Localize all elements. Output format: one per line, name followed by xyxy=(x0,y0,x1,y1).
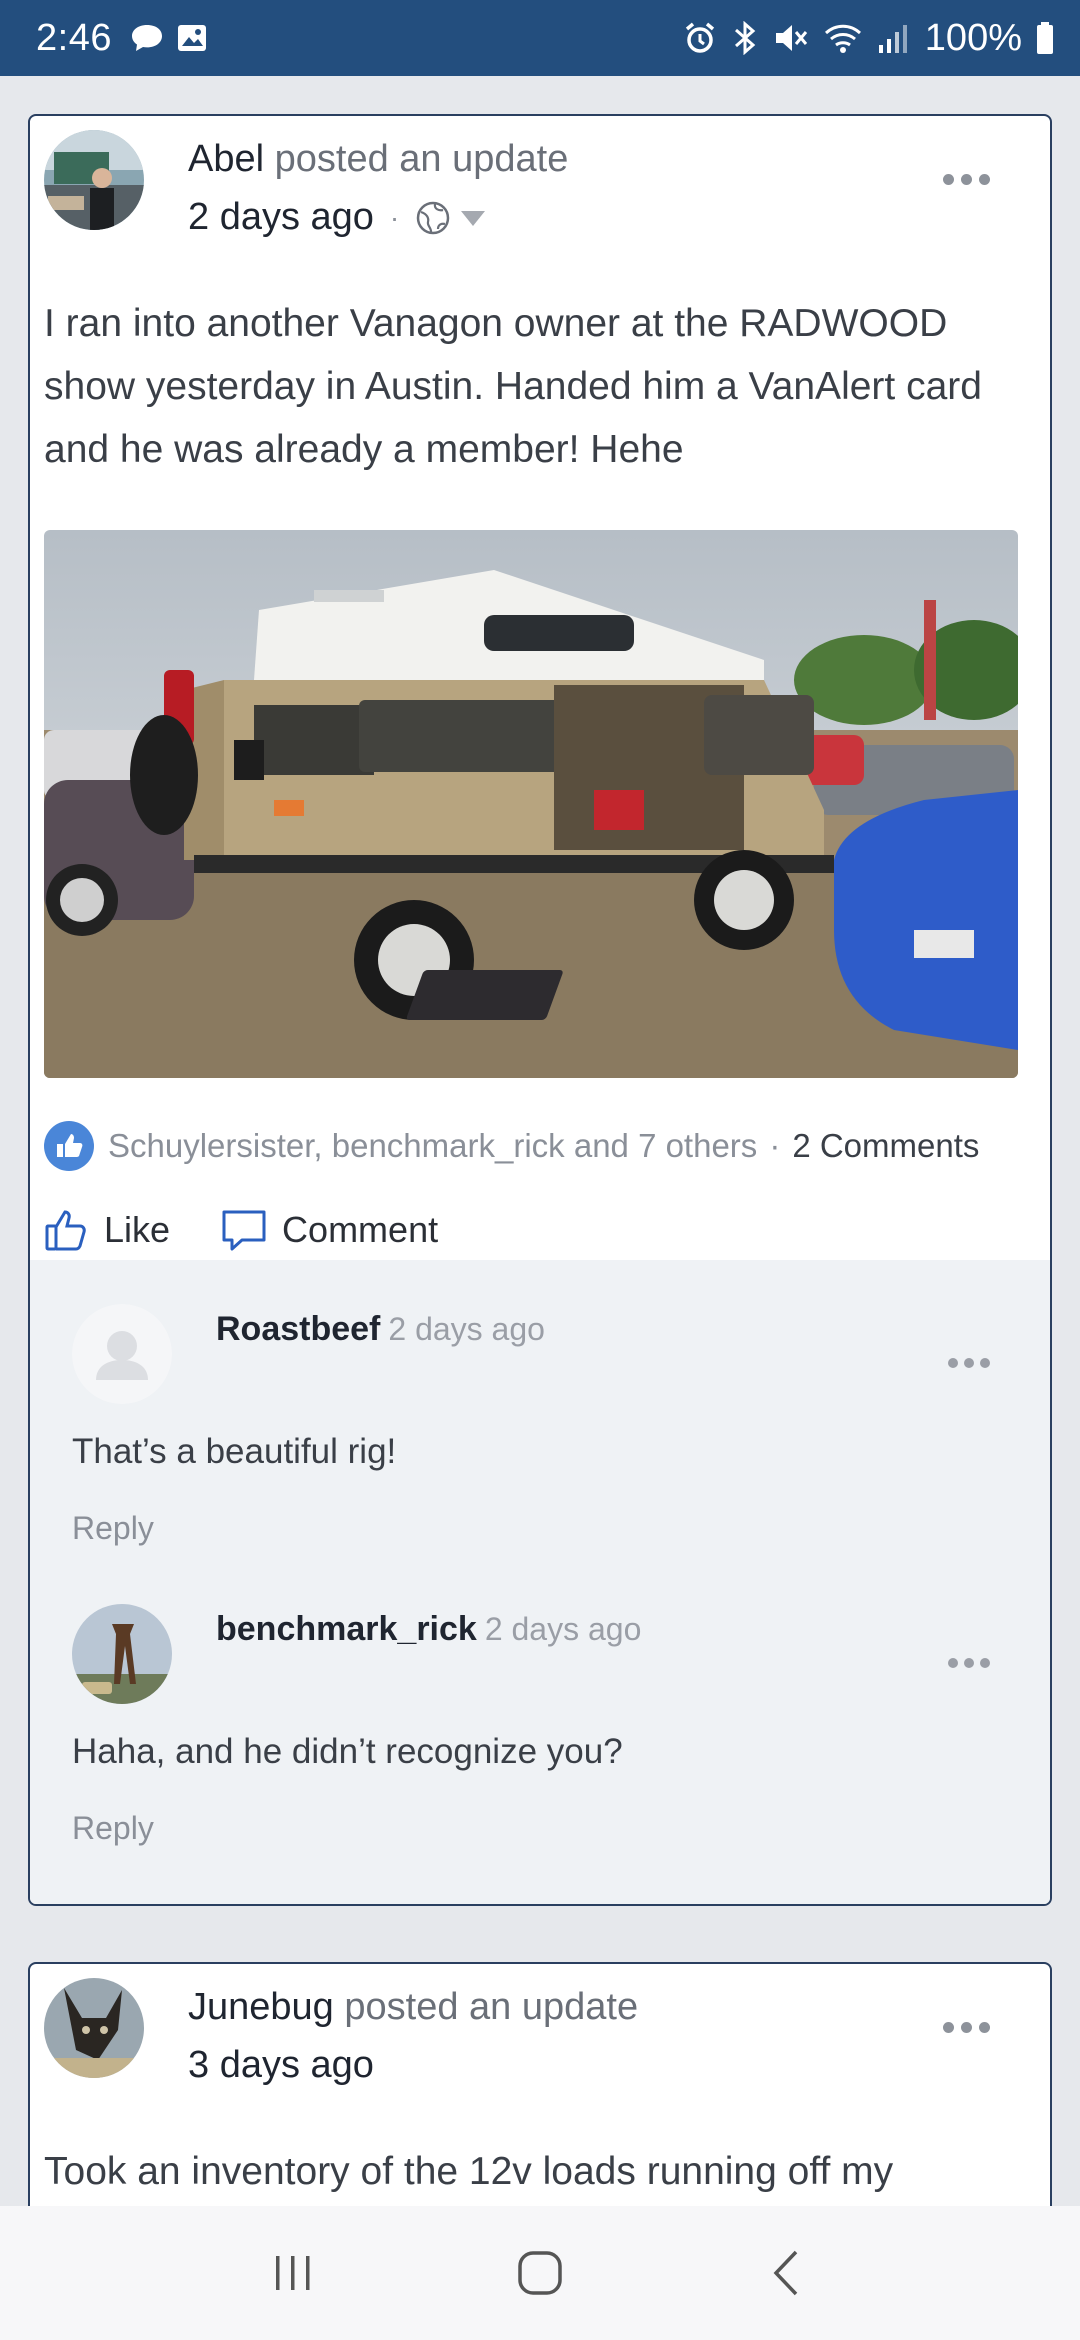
separator-dot: · xyxy=(769,1127,781,1164)
comment-author-line: benchmark_rick 2 days ago xyxy=(216,1610,641,1649)
avatar[interactable] xyxy=(72,1304,172,1404)
comment-author[interactable]: benchmark_rick xyxy=(216,1610,477,1648)
separator-dot: · xyxy=(389,201,400,233)
comments-section: Roastbeef 2 days ago That’s a beautiful r… xyxy=(30,1260,1050,1904)
post-author[interactable]: Abel xyxy=(188,138,264,180)
comment-text: Haha, and he didn’t recognize you? xyxy=(72,1732,623,1771)
comment-time: 2 days ago xyxy=(484,1611,642,1647)
post-actions: Like Comment xyxy=(44,1194,488,1266)
post-title: Junebug posted an update xyxy=(188,1986,638,2029)
post-header: Junebug posted an update 3 days ago xyxy=(30,1964,1050,2104)
comment-item: Roastbeef 2 days ago That’s a beautiful r… xyxy=(30,1260,1050,1560)
mute-icon xyxy=(775,25,807,51)
status-bar: 2:46 100% xyxy=(0,0,1080,76)
post-text: I ran into another Vanagon owner at the … xyxy=(44,302,982,471)
system-nav-bar xyxy=(0,2206,1080,2340)
gallery-icon xyxy=(177,25,206,51)
post-time: 2 days ago xyxy=(188,196,374,238)
comment-author[interactable]: Roastbeef xyxy=(216,1310,380,1348)
post-card: Abel posted an update 2 days ago · I ran… xyxy=(28,114,1052,1906)
comment-label: Comment xyxy=(282,1209,439,1250)
reply-button[interactable]: Reply xyxy=(72,1810,154,1847)
post-card: Junebug posted an update 3 days ago Took… xyxy=(28,1962,1052,2206)
home-icon[interactable] xyxy=(515,2248,565,2298)
comment-author-line: Roastbeef 2 days ago xyxy=(216,1310,545,1349)
comment-more-button[interactable] xyxy=(948,1658,990,1668)
alarm-icon xyxy=(685,22,714,53)
battery-icon xyxy=(1037,22,1053,54)
activity-feed[interactable]: Abel posted an update 2 days ago · I ran… xyxy=(0,76,1080,2206)
comment-more-button[interactable] xyxy=(948,1358,990,1368)
comments-count[interactable]: 2 Comments xyxy=(792,1127,979,1165)
comment-item: benchmark_rick 2 days ago Haha, and he di… xyxy=(30,1560,1050,1860)
post-title: Abel posted an update xyxy=(188,138,568,181)
back-icon[interactable] xyxy=(762,2248,812,2298)
post-meta: 3 days ago xyxy=(188,2044,374,2087)
post-action: posted an update xyxy=(264,138,569,180)
post-more-button[interactable] xyxy=(943,174,990,185)
post-text: Took an inventory of the 12v loads runni… xyxy=(44,2150,894,2193)
wifi-icon xyxy=(824,24,861,53)
privacy-dropdown[interactable] xyxy=(415,200,487,236)
likers-text[interactable]: Schuylersister, benchmark_rick and 7 oth… xyxy=(108,1127,757,1165)
reactions-summary[interactable]: Schuylersister, benchmark_rick and 7 oth… xyxy=(44,1116,1034,1176)
post-meta: 2 days ago · xyxy=(188,196,487,239)
comment-text: That’s a beautiful rig! xyxy=(72,1432,397,1471)
avatar[interactable] xyxy=(72,1604,172,1704)
signal-icon xyxy=(878,25,907,53)
globe-icon xyxy=(417,201,450,234)
post-time: 3 days ago xyxy=(188,2044,374,2086)
post-more-button[interactable] xyxy=(943,2022,990,2033)
status-time: 2:46 xyxy=(36,16,112,59)
comment-time: 2 days ago xyxy=(388,1311,545,1347)
reply-button[interactable]: Reply xyxy=(72,1510,154,1547)
post-photo[interactable] xyxy=(44,530,1018,1078)
recent-apps-icon[interactable] xyxy=(268,2248,318,2298)
message-icon xyxy=(131,25,162,51)
like-label: Like xyxy=(104,1209,171,1250)
like-reaction-icon xyxy=(44,1121,94,1171)
thumbs-up-icon xyxy=(45,1210,86,1251)
post-author[interactable]: Junebug xyxy=(188,1986,334,2028)
chevron-down-icon xyxy=(461,210,486,226)
like-button[interactable]: Like xyxy=(44,1207,170,1253)
avatar[interactable] xyxy=(44,130,144,230)
post-action: posted an update xyxy=(333,1986,639,2028)
post-header: Abel posted an update 2 days ago · xyxy=(30,116,1050,256)
comment-bubble-icon xyxy=(222,1210,266,1251)
battery-percent: 100% xyxy=(924,16,1022,59)
comment-button[interactable]: Comment xyxy=(220,1207,438,1253)
bluetooth-icon xyxy=(734,21,756,55)
avatar[interactable] xyxy=(44,1978,144,2078)
